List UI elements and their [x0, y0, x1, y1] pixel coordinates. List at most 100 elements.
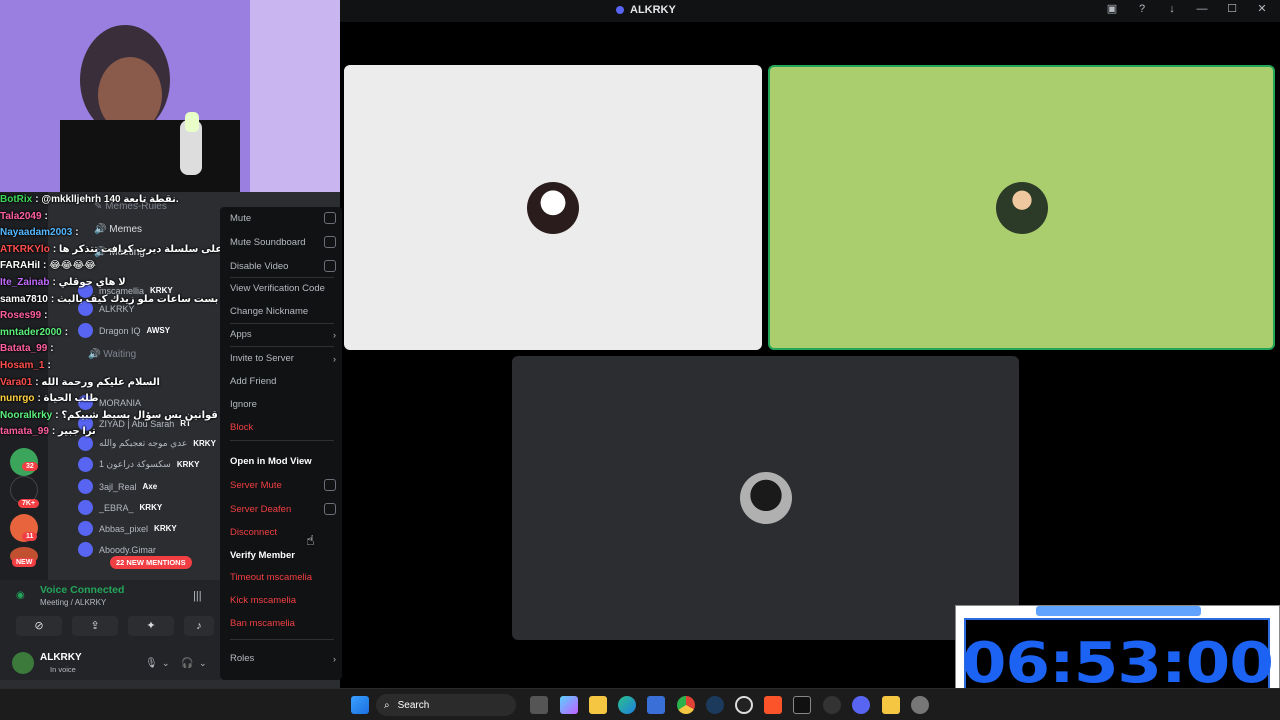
chrome-icon[interactable] — [677, 696, 695, 714]
chat-text: : — [50, 343, 54, 355]
menu-ban-member[interactable]: Ban mscamelia — [230, 618, 336, 629]
member-tag: KRKY — [139, 503, 163, 512]
soundboard-button[interactable]: ♪ — [184, 616, 214, 636]
windows-start-icon[interactable] — [351, 696, 369, 714]
chat-text: : — [75, 227, 79, 239]
member-name: سكسوكة دراعون 1 — [99, 459, 171, 469]
settings-gear-icon[interactable] — [911, 696, 929, 714]
menu-mute[interactable]: Mute — [230, 212, 336, 224]
checkbox[interactable] — [324, 236, 336, 248]
chat-username: ATKRKYlo — [0, 243, 50, 255]
menu-block[interactable]: Block — [230, 422, 336, 433]
menu-disconnect[interactable]: Disconnect — [230, 527, 336, 538]
menu-mute-soundboard[interactable]: Mute Soundboard — [230, 236, 336, 248]
voice-stage — [340, 22, 1280, 692]
checkbox[interactable] — [324, 479, 336, 491]
chat-text: : السلام عليكم ورحمة الله — [35, 376, 160, 388]
microphone-icon[interactable]: 🎙 — [145, 658, 158, 669]
checkbox[interactable] — [324, 212, 336, 224]
chat-username: mntader2000 — [0, 326, 62, 338]
menu-label: View Verification Code — [230, 283, 325, 294]
checkbox[interactable] — [324, 503, 336, 515]
avatar — [78, 521, 93, 536]
chevron-down-icon[interactable]: ⌄ — [199, 658, 207, 669]
member-name: _EBRA_ — [99, 502, 134, 513]
obs-icon[interactable] — [735, 696, 753, 714]
menu-label: Change Nickname — [230, 306, 309, 317]
user-context-menu: Mute Mute Soundboard Disable Video View … — [220, 207, 342, 680]
menu-timeout-member[interactable]: Timeout mscamelia — [230, 572, 336, 583]
menu-apps[interactable]: Apps › — [230, 329, 336, 340]
menu-server-mute[interactable]: Server Mute — [230, 479, 336, 491]
activities-button[interactable]: ✦ — [128, 616, 174, 636]
soundwave-icon[interactable]: ||| — [193, 590, 202, 602]
chat-username: Roses99 — [0, 310, 42, 322]
help-icon[interactable]: ? — [1136, 3, 1148, 15]
voice-member[interactable]: 3ajl_Real Axe — [78, 479, 157, 494]
signal-icon: ◉ — [16, 590, 25, 601]
brave-icon[interactable] — [764, 696, 782, 714]
copilot-icon[interactable] — [560, 696, 578, 714]
chat-text: : — [44, 210, 48, 222]
voice-panel: ◉ Voice Connected Meeting / ALKRKY ||| ⊘… — [0, 580, 220, 680]
task-view-icon[interactable] — [530, 696, 548, 714]
notes-icon[interactable] — [882, 696, 900, 714]
steam-icon[interactable] — [706, 696, 724, 714]
app-icon[interactable] — [823, 696, 841, 714]
download-icon[interactable]: ↓ — [1166, 3, 1178, 15]
menu-add-friend[interactable]: Add Friend — [230, 376, 336, 387]
voice-member[interactable]: _EBRA_ KRKY — [78, 500, 162, 515]
menu-label: Mute Soundboard — [230, 236, 306, 248]
menu-server-deafen[interactable]: Server Deafen — [230, 503, 336, 515]
mouse-cursor: ☝ — [306, 532, 315, 548]
screen-share-button[interactable]: ⇪ — [72, 616, 118, 636]
participant-tile[interactable] — [512, 356, 1019, 640]
store-icon[interactable] — [647, 696, 665, 714]
menu-change-nickname[interactable]: Change Nickname — [230, 306, 336, 317]
voice-member[interactable]: Aboody.Gimar — [78, 542, 156, 557]
discord-icon[interactable] — [852, 696, 870, 714]
new-mentions-badge[interactable]: 22 NEW MENTIONS — [110, 556, 192, 569]
menu-verify-member[interactable]: Verify Member — [230, 550, 336, 561]
menu-disable-video[interactable]: Disable Video — [230, 260, 336, 272]
minimize-icon[interactable]: — — [1196, 3, 1208, 15]
chat-username: Hosam_1 — [0, 359, 45, 371]
voice-member[interactable]: سكسوكة دراعون 1 KRKY — [78, 457, 199, 472]
chat-username: Nayaadam2003 — [0, 227, 73, 239]
participant-tile[interactable] — [344, 65, 762, 350]
menu-invite-to-server[interactable]: Invite to Server › — [230, 353, 336, 364]
chevron-down-icon[interactable]: ⌄ — [162, 658, 170, 669]
edge-icon[interactable] — [618, 696, 636, 714]
menu-kick-member[interactable]: Kick mscamelia — [230, 595, 336, 606]
menu-roles[interactable]: Roles › — [230, 653, 336, 664]
file-explorer-icon[interactable] — [589, 696, 607, 714]
timer-bar-top — [1036, 606, 1201, 616]
voice-member[interactable]: Abbas_pixel KRKY — [78, 521, 177, 536]
participant-tile-speaking[interactable] — [768, 65, 1275, 350]
member-tag: Axe — [142, 482, 158, 491]
camera-off-button[interactable]: ⊘ — [16, 616, 62, 636]
taskbar-search[interactable]: ⌕ Search — [376, 694, 516, 716]
voice-channel-path[interactable]: Meeting / ALKRKY — [40, 598, 106, 607]
maximize-icon[interactable]: ☐ — [1226, 3, 1238, 15]
chat-username: nunrgo — [0, 393, 35, 405]
divider — [230, 277, 334, 278]
divider — [230, 639, 334, 640]
menu-label: Invite to Server — [230, 353, 294, 364]
headphones-icon[interactable]: 🎧 — [181, 658, 193, 669]
menu-label: Apps — [230, 329, 252, 340]
member-name: 3ajl_Real — [99, 481, 137, 492]
checkbox[interactable] — [324, 260, 336, 272]
screen-share-icon[interactable]: ▣ — [1106, 3, 1118, 15]
close-icon[interactable]: ✕ — [1256, 3, 1268, 15]
menu-label: Ban mscamelia — [230, 618, 295, 629]
user-status: In voice — [50, 665, 76, 674]
menu-view-verification-code[interactable]: View Verification Code — [230, 283, 336, 294]
avatar[interactable] — [12, 652, 34, 674]
menu-open-mod-view[interactable]: Open in Mod View — [230, 456, 336, 467]
chat-username: Nooralkrky — [0, 409, 53, 421]
divider — [230, 323, 334, 324]
capcut-icon[interactable] — [793, 696, 811, 714]
menu-ignore[interactable]: Ignore — [230, 399, 336, 410]
chevron-right-icon: › — [333, 353, 336, 364]
